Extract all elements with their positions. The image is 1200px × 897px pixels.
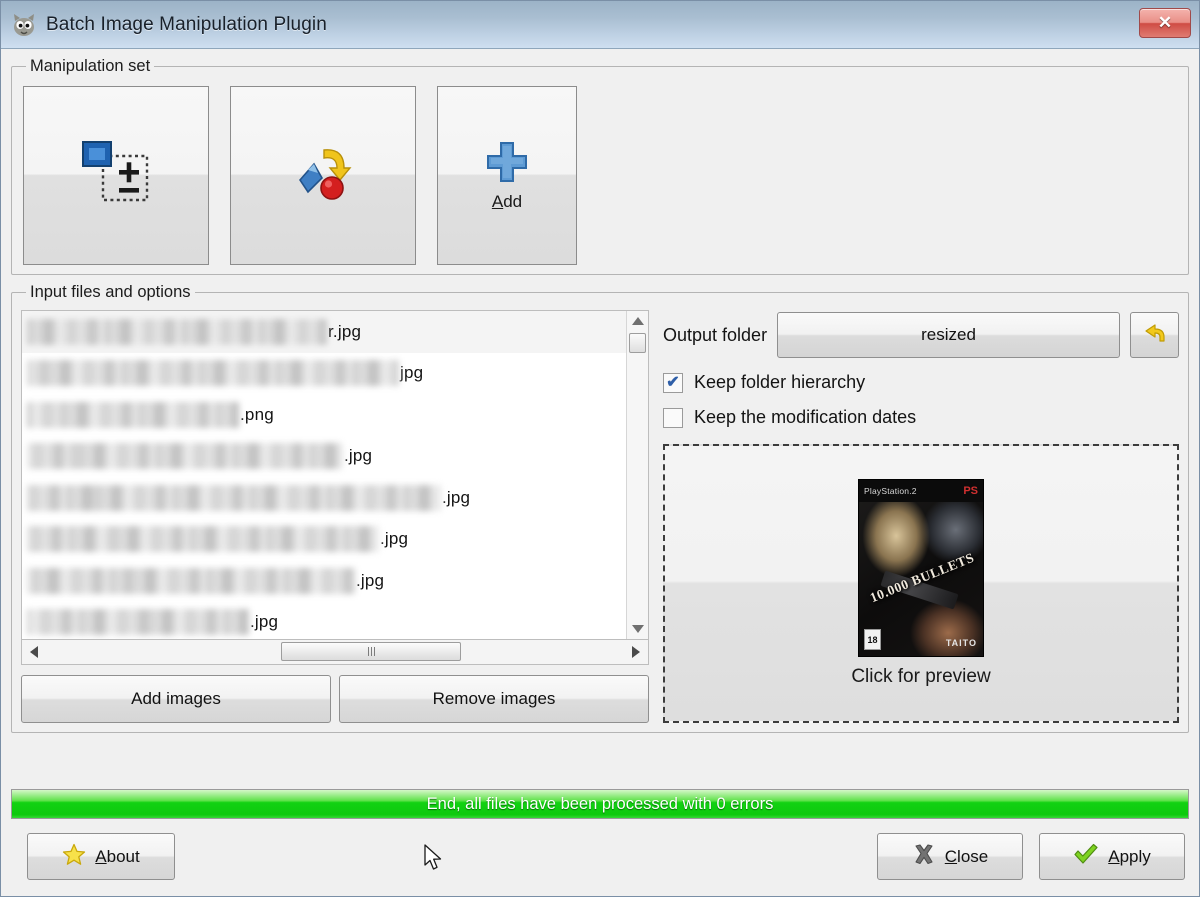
input-files-group: Input files and options r.jpg jpg .png .jpg… xyxy=(11,283,1189,733)
manipulation-set-legend: Manipulation set xyxy=(30,57,151,75)
file-list-item[interactable]: .jpg xyxy=(22,602,626,640)
file-list-item[interactable]: .jpg xyxy=(22,560,626,602)
checkmark-icon xyxy=(1073,843,1099,871)
publisher-logo: TAITO xyxy=(945,638,977,648)
file-extension: .jpg xyxy=(380,529,409,549)
vertical-scroll-track[interactable] xyxy=(627,331,648,619)
scroll-down-arrow-icon[interactable] xyxy=(631,619,644,639)
file-list-item[interactable]: .png xyxy=(22,394,626,436)
playstation-logo-icon: PS xyxy=(963,485,978,497)
input-files-legend: Input files and options xyxy=(30,283,191,301)
output-options-column: Output folder resized ✔ Keep folder hier… xyxy=(663,310,1179,723)
progress-bar: End, all files have been processed with … xyxy=(11,789,1189,819)
checkmark-icon: ✔ xyxy=(666,373,680,391)
manipulation-buttons-row: Add xyxy=(21,84,1179,265)
preview-caption: Click for preview xyxy=(851,666,991,687)
output-folder-label: Output folder xyxy=(663,324,768,345)
file-list-box[interactable]: r.jpg jpg .png .jpg .jpg .jpg .jpg .jpg xyxy=(21,310,649,640)
preview-image: PlayStation.2 PS 10.000 BULLETS 18 TAITO xyxy=(858,479,984,657)
title-bar: Batch Image Manipulation Plugin ✕ xyxy=(1,1,1199,49)
resize-manipulation-button[interactable] xyxy=(23,86,209,265)
rotate-icon xyxy=(288,140,358,211)
file-name-redacted xyxy=(27,318,327,345)
apply-button[interactable]: Apply xyxy=(1039,833,1185,880)
file-name-redacted xyxy=(27,401,239,428)
keep-dates-row[interactable]: Keep the modification dates xyxy=(663,407,1179,428)
add-images-label: Add images xyxy=(131,689,221,708)
file-name-redacted xyxy=(27,443,343,470)
close-window-button[interactable]: ✕ xyxy=(1139,8,1191,38)
file-name-redacted xyxy=(27,526,379,553)
file-list-item[interactable]: r.jpg xyxy=(22,311,626,353)
file-list-item[interactable]: .jpg xyxy=(22,519,626,561)
about-button-label: About xyxy=(95,846,140,866)
keep-hierarchy-row[interactable]: ✔ Keep folder hierarchy xyxy=(663,372,1179,393)
manipulation-set-group: Manipulation set Add xyxy=(11,57,1189,275)
star-icon xyxy=(62,843,86,871)
close-button-label: Close xyxy=(944,846,989,866)
file-name-redacted xyxy=(27,609,249,636)
remove-images-label: Remove images xyxy=(432,689,556,708)
output-folder-button[interactable]: resized xyxy=(777,312,1120,358)
horizontal-scroll-track[interactable] xyxy=(46,640,624,664)
file-extension: .png xyxy=(240,404,274,424)
reset-output-folder-button[interactable] xyxy=(1130,312,1179,358)
wilber-icon xyxy=(11,13,37,37)
add-manipulation-button[interactable]: Add xyxy=(437,86,577,265)
footer-bar: About Close Apply xyxy=(1,819,1199,896)
keep-dates-checkbox[interactable] xyxy=(663,407,683,428)
file-list-item[interactable]: .jpg xyxy=(22,436,626,478)
horizontal-scroll-thumb[interactable] xyxy=(281,642,461,661)
file-extension: .jpg xyxy=(442,487,471,507)
file-name-redacted xyxy=(27,567,355,594)
file-list-horizontal-scrollbar[interactable] xyxy=(21,640,649,665)
file-extension: r.jpg xyxy=(328,321,362,341)
scroll-left-arrow-icon[interactable] xyxy=(22,646,46,658)
keep-hierarchy-label: Keep folder hierarchy xyxy=(694,372,866,392)
file-name-redacted xyxy=(27,360,399,387)
add-button-label: Add xyxy=(491,192,523,211)
close-button[interactable]: Close xyxy=(877,833,1023,880)
file-extension: .jpg xyxy=(250,612,279,632)
remove-images-button[interactable]: Remove images xyxy=(339,675,649,723)
age-rating-badge: 18 xyxy=(864,629,881,650)
vertical-scroll-thumb[interactable] xyxy=(629,333,646,353)
progress-bar-text: End, all files have been processed with … xyxy=(426,794,774,813)
file-list-vertical-scrollbar[interactable] xyxy=(626,311,648,639)
output-folder-value: resized xyxy=(921,325,976,344)
keep-dates-label: Keep the modification dates xyxy=(694,407,917,427)
scroll-right-arrow-icon[interactable] xyxy=(624,646,648,658)
output-folder-row: Output folder resized xyxy=(663,312,1179,358)
about-button[interactable]: About xyxy=(27,833,175,880)
playstation-header: PlayStation.2 PS xyxy=(859,480,983,502)
x-mark-icon xyxy=(912,843,936,871)
file-extension: .jpg xyxy=(344,446,373,466)
keep-hierarchy-checkbox[interactable]: ✔ xyxy=(663,372,683,393)
rotate-manipulation-button[interactable] xyxy=(230,86,416,265)
apply-button-label: Apply xyxy=(1108,846,1151,866)
file-list-rows[interactable]: r.jpg jpg .png .jpg .jpg .jpg .jpg .jpg xyxy=(22,311,626,639)
undo-arrow-icon xyxy=(1142,321,1168,350)
batch-image-manipulation-window: Batch Image Manipulation Plugin ✕ Manipu… xyxy=(0,0,1200,897)
file-action-buttons: Add images Remove images xyxy=(21,675,649,723)
resize-icon xyxy=(81,140,151,211)
window-title: Batch Image Manipulation Plugin xyxy=(46,13,327,35)
file-extension: jpg xyxy=(400,363,424,383)
plus-icon xyxy=(484,139,530,190)
file-list-column: r.jpg jpg .png .jpg .jpg .jpg .jpg .jpg xyxy=(21,310,649,723)
file-list-item[interactable]: jpg xyxy=(22,353,626,395)
file-name-redacted xyxy=(27,484,441,511)
file-extension: .jpg xyxy=(356,570,385,590)
file-list-item[interactable]: .jpg xyxy=(22,477,626,519)
cover-artwork: 10.000 BULLETS 18 TAITO xyxy=(859,502,983,656)
scroll-up-arrow-icon[interactable] xyxy=(631,311,644,331)
preview-area[interactable]: PlayStation.2 PS 10.000 BULLETS 18 TAITO… xyxy=(663,444,1179,723)
platform-name: PlayStation.2 xyxy=(864,486,917,496)
add-images-button[interactable]: Add images xyxy=(21,675,331,723)
close-icon: ✕ xyxy=(1157,13,1173,32)
